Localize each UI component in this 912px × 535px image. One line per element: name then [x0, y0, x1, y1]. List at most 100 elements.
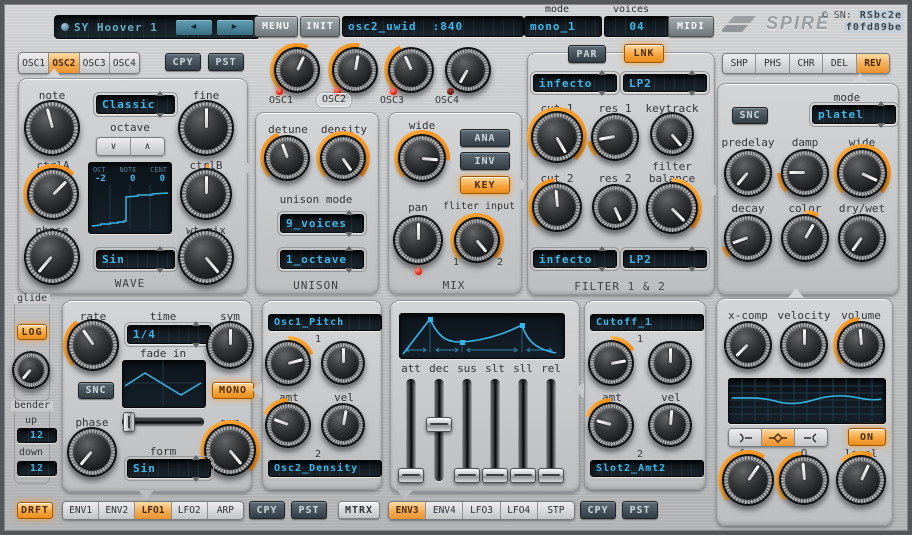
wave-form-select[interactable]: Sin [96, 250, 175, 269]
tab-phs[interactable]: PHS [756, 54, 789, 73]
ctrlA-knob[interactable] [27, 168, 79, 220]
decay-knob[interactable] [724, 214, 772, 262]
ctrlB-knob[interactable] [180, 168, 232, 220]
tab-shp[interactable]: SHP [723, 54, 756, 73]
pan-knob[interactable] [393, 215, 443, 265]
frq-knob[interactable] [722, 454, 774, 506]
menu-button[interactable]: MENU [254, 16, 298, 37]
tab-osc4[interactable]: OSC4 [110, 53, 139, 73]
volume-knob[interactable] [837, 321, 885, 369]
voices-select[interactable]: 04 [604, 16, 670, 37]
rel-slider[interactable] [538, 377, 564, 483]
velocity-knob[interactable] [780, 321, 828, 369]
reverb-mode-select[interactable]: platel [812, 105, 896, 124]
density-knob[interactable] [320, 135, 366, 181]
lfo-vel1-knob[interactable] [321, 341, 365, 385]
note-knob[interactable] [24, 100, 80, 156]
bender-down-value[interactable]: 12 [17, 461, 57, 476]
res1-knob[interactable] [591, 113, 639, 161]
lnk-button[interactable]: LNK [624, 44, 664, 63]
osc2-level-knob[interactable] [332, 47, 378, 93]
glide-knob[interactable] [12, 351, 50, 389]
glide-log-button[interactable]: LOG [17, 324, 47, 340]
slider-handle[interactable] [454, 468, 480, 483]
tab-stp[interactable]: STP [538, 502, 574, 519]
osc3-level-knob[interactable] [388, 47, 434, 93]
tab-del[interactable]: DEL [823, 54, 856, 73]
level-knob[interactable] [836, 455, 886, 505]
env-amt2-knob[interactable] [588, 402, 634, 448]
cut2-knob[interactable] [532, 182, 582, 232]
reverb-snc-button[interactable]: SNC [732, 107, 768, 124]
fine-knob[interactable] [178, 100, 234, 156]
damp-knob[interactable] [781, 149, 829, 197]
eq-low-shelf-button[interactable] [729, 429, 762, 446]
tab-osc3[interactable]: OSC3 [80, 53, 110, 73]
tab-lfo2[interactable]: LFO2 [172, 502, 208, 519]
eq-on-button[interactable]: ON [848, 428, 886, 446]
unison-voices-select[interactable]: 9_voices [280, 214, 364, 233]
osc-mode-select[interactable]: Classic [96, 95, 175, 114]
slider-handle[interactable] [123, 412, 135, 432]
tab-env4[interactable]: ENV4 [426, 502, 463, 519]
sym-knob[interactable] [206, 321, 254, 369]
osc4-level-knob[interactable] [445, 47, 491, 93]
mod-paste-button-right[interactable]: PST [622, 501, 658, 519]
slider-handle[interactable] [398, 468, 424, 483]
lfo-amt2-knob[interactable] [265, 402, 311, 448]
keytrack-knob[interactable] [650, 112, 694, 156]
midi-button[interactable]: MIDI [668, 16, 714, 37]
env-mod-slot2-select[interactable]: Slot2_Amt2 [590, 460, 704, 477]
res2-knob[interactable] [592, 184, 638, 230]
osc1-level-knob[interactable] [274, 47, 320, 93]
inv-button[interactable]: INV [460, 152, 510, 170]
tab-env2[interactable]: ENV2 [99, 502, 135, 519]
slider-handle[interactable] [426, 417, 452, 432]
wave-display[interactable]: OCT NOTE CENT -2 0 0 [88, 162, 172, 234]
unison-range-select[interactable]: 1_octave [280, 250, 364, 269]
lfo-snc-button[interactable]: SNC [78, 382, 114, 399]
tab-env3[interactable]: ENV3 [389, 502, 426, 519]
mono-button[interactable]: MONO [212, 382, 254, 399]
octave-up-button[interactable]: ∧ [131, 138, 164, 155]
osc-phase-knob[interactable] [24, 229, 80, 285]
filter-balance-knob[interactable] [646, 182, 698, 234]
par-button[interactable]: PAR [568, 45, 606, 63]
lfo-mod-slot1-select[interactable]: Osc1_Pitch [268, 314, 382, 331]
xcomp-knob[interactable] [724, 321, 772, 369]
mod-copy-button-left[interactable]: CPY [249, 501, 285, 519]
dec-slider[interactable] [426, 377, 452, 483]
cut1-knob[interactable] [531, 111, 583, 163]
att-slider[interactable] [398, 377, 424, 483]
sll-slider[interactable] [510, 377, 536, 483]
wt-mix-knob[interactable] [178, 229, 234, 285]
preset-display[interactable]: SY Hoover 1 ◀ ▶ [54, 15, 260, 39]
slider-handle[interactable] [510, 468, 536, 483]
q-knob[interactable] [779, 455, 829, 505]
ana-button[interactable]: ANA [460, 129, 510, 147]
env-amt1-knob[interactable] [588, 340, 634, 386]
amp-knob[interactable] [204, 424, 256, 476]
mix-wide-knob[interactable] [398, 134, 446, 182]
mod-paste-button-left[interactable]: PST [291, 501, 327, 519]
tab-osc1[interactable]: OSC1 [19, 53, 49, 73]
osc-copy-button[interactable]: CPY [165, 53, 201, 71]
filter2-slope-select[interactable]: LP2 [623, 250, 707, 268]
tab-rev[interactable]: REV [857, 54, 889, 73]
mod-copy-button-right[interactable]: CPY [580, 501, 616, 519]
env-vel1-knob[interactable] [648, 341, 692, 385]
efx-wide-knob[interactable] [837, 148, 887, 198]
sus-slider[interactable] [454, 377, 480, 483]
filter1-slope-select[interactable]: LP2 [623, 74, 707, 92]
matrix-button[interactable]: MTRX [338, 501, 380, 519]
lfo-phase-slider[interactable] [120, 412, 206, 432]
osc2-knob-label[interactable]: OSC2 [317, 93, 351, 107]
drift-button[interactable]: DRFT [17, 502, 53, 519]
slider-handle[interactable] [482, 468, 508, 483]
key-button[interactable]: KEY [460, 176, 510, 194]
tab-arp[interactable]: ARP [208, 502, 243, 519]
predelay-knob[interactable] [724, 149, 772, 197]
preset-next-button[interactable]: ▶ [217, 20, 253, 35]
init-button[interactable]: INIT [300, 16, 340, 37]
env-vel2-knob[interactable] [648, 403, 692, 447]
